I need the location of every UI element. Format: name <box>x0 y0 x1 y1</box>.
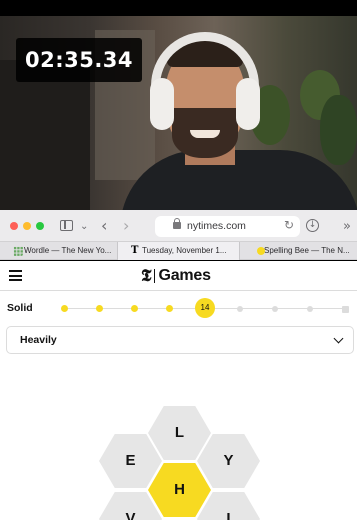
tab-wordle[interactable]: Wordle — The New Yo... <box>0 242 118 260</box>
zoom-window-button[interactable] <box>36 222 44 230</box>
headphone-earcup <box>236 78 260 130</box>
tab-title: Wordle — The New Yo... <box>24 246 112 255</box>
tab-title: Tuesday, November 1... <box>142 246 227 255</box>
reload-icon[interactable]: ↻ <box>284 218 294 232</box>
headphone-earcup <box>150 78 174 130</box>
wordle-favicon <box>13 246 23 256</box>
person-smile <box>190 130 220 138</box>
letter-hive: L E Y H V I <box>0 261 357 520</box>
hive-cell-upper-left[interactable]: E <box>99 434 162 488</box>
more-tabs-icon[interactable]: » <box>343 217 351 237</box>
hive-cell-top[interactable]: L <box>148 406 211 460</box>
chevron-down-icon[interactable]: ⌄ <box>80 217 88 237</box>
back-arrow-icon[interactable]: ‹ <box>101 216 107 236</box>
tab-nyt-article[interactable]: T Tuesday, November 1... <box>118 242 240 260</box>
minimize-window-button[interactable] <box>23 222 31 230</box>
tab-spelling-bee[interactable]: Spelling Bee — The N... <box>240 242 357 260</box>
kitchen-shelf <box>0 60 90 210</box>
nyt-favicon: T <box>131 245 139 256</box>
sidebar-toggle-icon[interactable] <box>60 220 73 231</box>
spelling-bee-page: 𝕿 Games Solid 14 Heavily L E Y H V I <box>0 261 357 520</box>
hive-cell-upper-right[interactable]: Y <box>197 434 260 488</box>
browser-toolbar: ⌄ ‹ › nytimes.com ↻ ↓ » <box>0 210 357 242</box>
address-bar[interactable]: nytimes.com ↻ <box>155 216 300 237</box>
lock-icon <box>173 218 181 229</box>
url-text: nytimes.com <box>187 220 246 232</box>
plant <box>320 95 357 165</box>
webcam-feed: 02:35.34 <box>0 0 357 210</box>
download-icon[interactable]: ↓ <box>306 219 319 232</box>
hive-cell-center[interactable]: H <box>148 463 211 517</box>
tab-bar: Wordle — The New Yo... T Tuesday, Novemb… <box>0 242 357 260</box>
tab-title: Spelling Bee — The N... <box>264 246 350 255</box>
bee-favicon <box>257 247 265 255</box>
forward-arrow-icon[interactable]: › <box>123 216 129 236</box>
speedrun-timer: 02:35.34 <box>16 38 142 82</box>
close-window-button[interactable] <box>10 222 18 230</box>
